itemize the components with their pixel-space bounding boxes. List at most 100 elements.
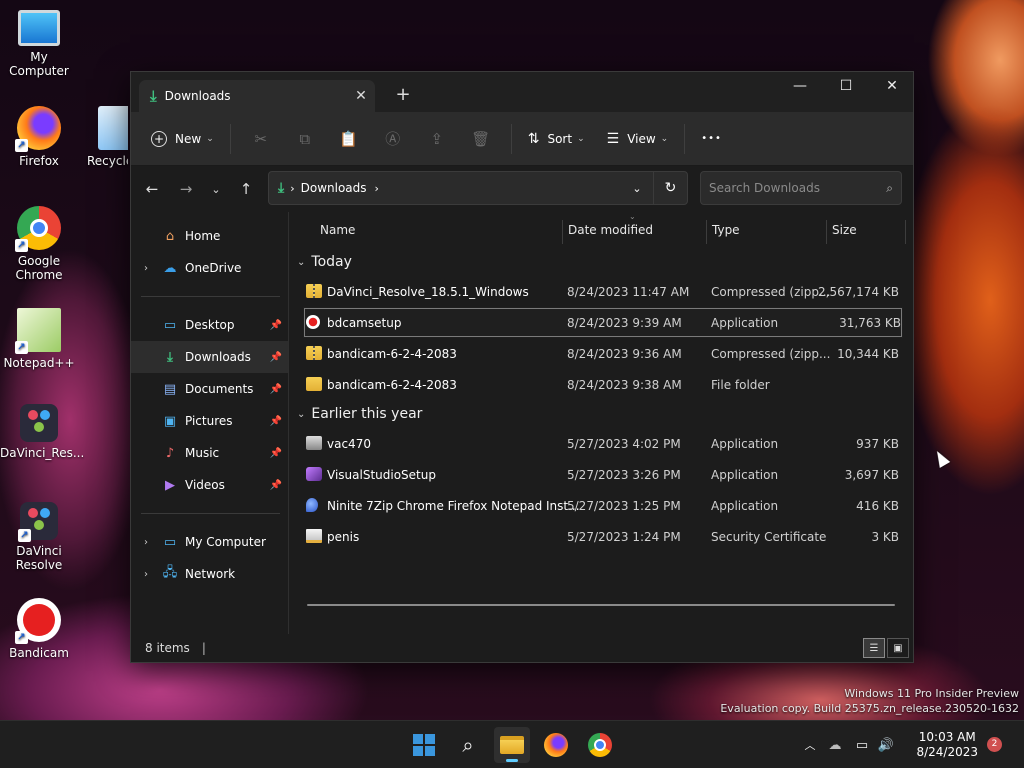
file-name: bandicam-6-2-4-2083: [327, 378, 457, 392]
sidebar-item-downloads[interactable]: ⤓ Downloads 📌: [131, 341, 288, 373]
file-row[interactable]: Ninite 7Zip Chrome Firefox Notepad Inst.…: [289, 490, 913, 521]
sidebar-item-label: OneDrive: [185, 261, 242, 275]
show-hidden-icons-chevron-icon[interactable]: ︿: [800, 737, 820, 753]
desktop-icon-my-computer[interactable]: My Computer: [0, 10, 78, 78]
close-window-button[interactable]: ✕: [869, 72, 913, 104]
file-row[interactable]: penis 5/27/2023 1:24 PM Security Certifi…: [289, 521, 913, 552]
status-bar: 8 items | ☰ ▣: [131, 634, 913, 662]
details-view-button[interactable]: ☰: [863, 638, 885, 658]
tiles-view-button[interactable]: ▣: [887, 638, 909, 658]
more-options-button[interactable]: •••: [693, 123, 730, 155]
visual-studio-icon: [306, 467, 322, 481]
taskbar-file-explorer[interactable]: [494, 727, 530, 763]
file-row-selected[interactable]: bdcamsetup 8/24/2023 9:39 AM Application…: [303, 307, 903, 338]
breadcrumb-downloads[interactable]: Downloads: [301, 181, 367, 195]
recent-locations-button[interactable]: ⌄: [201, 183, 231, 196]
sidebar-item-documents[interactable]: ▤ Documents 📌: [131, 373, 288, 405]
up-button[interactable]: ↑: [231, 180, 261, 198]
close-tab-button[interactable]: ✕: [347, 88, 375, 104]
navigation-pane[interactable]: ⌂ Home › ☁ OneDrive ▭ Desktop 📌 ⤓ Downlo…: [131, 212, 289, 636]
sidebar-item-music[interactable]: ♪ Music 📌: [131, 437, 288, 469]
file-date: 5/27/2023 1:25 PM: [567, 499, 681, 513]
expand-chevron-icon[interactable]: ›: [131, 263, 161, 274]
title-bar[interactable]: ⤓ Downloads ✕ + — ☐ ✕: [131, 72, 913, 112]
group-label: Earlier this year: [311, 406, 423, 422]
maximize-button[interactable]: ☐: [823, 72, 869, 104]
network-icon[interactable]: ▭: [850, 738, 874, 753]
start-button[interactable]: [406, 727, 442, 763]
file-date: 5/27/2023 3:26 PM: [567, 468, 681, 482]
file-type: Compressed (zipp...: [711, 285, 831, 299]
rename-icon[interactable]: Ⓐ: [377, 123, 409, 155]
sort-button[interactable]: ⇅ Sort ⌄: [520, 123, 593, 155]
onedrive-offline-icon[interactable]: ☁: [820, 738, 850, 753]
desktop-icon-bandicam[interactable]: ↗ Bandicam: [0, 598, 78, 660]
desktop-icon-recycle-bin[interactable]: Recycle: [68, 106, 128, 168]
expand-chevron-icon[interactable]: ›: [131, 537, 161, 548]
back-button[interactable]: ←: [137, 180, 167, 198]
copy-icon[interactable]: ⧉: [289, 123, 321, 155]
file-list[interactable]: Name ⌄ Date modified Type Size ⌄ Today D…: [289, 212, 913, 636]
new-tab-button[interactable]: +: [393, 84, 413, 105]
desktop-icon-label: My Computer: [9, 50, 69, 78]
sidebar-item-videos[interactable]: ▶ Videos 📌: [131, 469, 288, 501]
file-type: Application: [711, 468, 779, 482]
view-button[interactable]: ☰ View ⌄: [599, 123, 677, 155]
file-row[interactable]: VisualStudioSetup 5/27/2023 3:26 PM Appl…: [289, 459, 913, 490]
address-dropdown-icon[interactable]: ⌄: [621, 182, 653, 195]
column-header-type[interactable]: Type: [712, 223, 740, 237]
refresh-button[interactable]: ↻: [653, 172, 687, 204]
search-input[interactable]: [709, 181, 887, 195]
desktop-icon-davinci-resolve[interactable]: ↗ DaVinci Resolve: [0, 502, 78, 572]
desktop-icon-notepad-plus-plus[interactable]: ↗ Notepad++: [0, 308, 78, 370]
sidebar-item-home[interactable]: ⌂ Home: [131, 220, 288, 252]
column-header-name[interactable]: Name: [320, 223, 355, 237]
file-row[interactable]: DaVinci_Resolve_18.5.1_Windows 8/24/2023…: [289, 276, 913, 307]
file-size: 937 KB: [856, 437, 899, 451]
share-icon[interactable]: ⇪: [421, 123, 453, 155]
column-header-date-modified[interactable]: Date modified: [568, 223, 653, 237]
view-button-label: View: [627, 131, 656, 146]
group-header-today[interactable]: ⌄ Today: [289, 248, 913, 276]
sidebar-item-pictures[interactable]: ▣ Pictures 📌: [131, 405, 288, 437]
search-button[interactable]: ⌕: [450, 727, 486, 763]
sidebar-item-desktop[interactable]: ▭ Desktop 📌: [131, 309, 288, 341]
notification-badge[interactable]: 2: [987, 737, 1002, 752]
sidebar-item-onedrive[interactable]: › ☁ OneDrive: [131, 252, 288, 284]
cut-icon[interactable]: ✂: [245, 123, 277, 155]
taskbar-clock[interactable]: 10:03 AM 8/24/2023: [916, 730, 978, 760]
sidebar-item-network[interactable]: › 🖧 Network: [131, 558, 288, 590]
address-bar[interactable]: ⤓ › Downloads › ⌄ ↻: [268, 171, 688, 205]
forward-button[interactable]: →: [171, 180, 201, 198]
desktop-icon-davinci-resolve-folder[interactable]: DaVinci_Res...: [0, 404, 84, 460]
new-button[interactable]: + New ⌄: [143, 123, 222, 155]
search-box[interactable]: ⌕: [700, 171, 902, 205]
bandicam-icon: ↗: [15, 598, 61, 644]
file-explorer-window[interactable]: ⤓ Downloads ✕ + — ☐ ✕ + New ⌄ ✂ ⧉ 📋 Ⓐ ⇪ …: [130, 71, 914, 663]
horizontal-scrollbar[interactable]: [307, 604, 895, 606]
file-row[interactable]: vac470 5/27/2023 4:02 PM Application 937…: [289, 428, 913, 459]
command-bar: + New ⌄ ✂ ⧉ 📋 Ⓐ ⇪ 🗑 ⇅ Sort ⌄ ☰ View ⌄ ••…: [131, 112, 913, 166]
sidebar-item-label: Network: [185, 567, 236, 581]
group-header-earlier-this-year[interactable]: ⌄ Earlier this year: [289, 400, 913, 428]
desktop-icon-google-chrome[interactable]: ↗ Google Chrome: [0, 206, 78, 282]
paste-icon[interactable]: 📋: [333, 123, 365, 155]
volume-icon[interactable]: 🔊: [874, 738, 898, 753]
file-date: 8/24/2023 11:47 AM: [567, 285, 690, 299]
column-header-size[interactable]: Size: [832, 223, 857, 237]
desktop-icon-firefox[interactable]: ↗ Firefox: [0, 106, 78, 168]
file-date: 8/24/2023 9:36 AM: [567, 347, 682, 361]
tab-downloads[interactable]: ⤓ Downloads ✕: [139, 80, 375, 112]
minimize-button[interactable]: —: [777, 72, 823, 104]
expand-chevron-icon[interactable]: ›: [131, 569, 161, 580]
active-indicator: [506, 759, 518, 762]
group-label: Today: [311, 254, 352, 270]
sidebar-item-my-computer[interactable]: › ▭ My Computer: [131, 526, 288, 558]
delete-icon[interactable]: 🗑: [465, 123, 497, 155]
taskbar-chrome[interactable]: [582, 727, 618, 763]
evaluation-watermark: Windows 11 Pro Insider Preview Evaluatio…: [720, 686, 1019, 716]
file-row[interactable]: bandicam-6-2-4-2083 8/24/2023 9:36 AM Co…: [289, 338, 913, 369]
taskbar-firefox[interactable]: [538, 727, 574, 763]
file-type: Application: [711, 437, 779, 451]
file-row[interactable]: bandicam-6-2-4-2083 8/24/2023 9:38 AM Fi…: [289, 369, 913, 400]
